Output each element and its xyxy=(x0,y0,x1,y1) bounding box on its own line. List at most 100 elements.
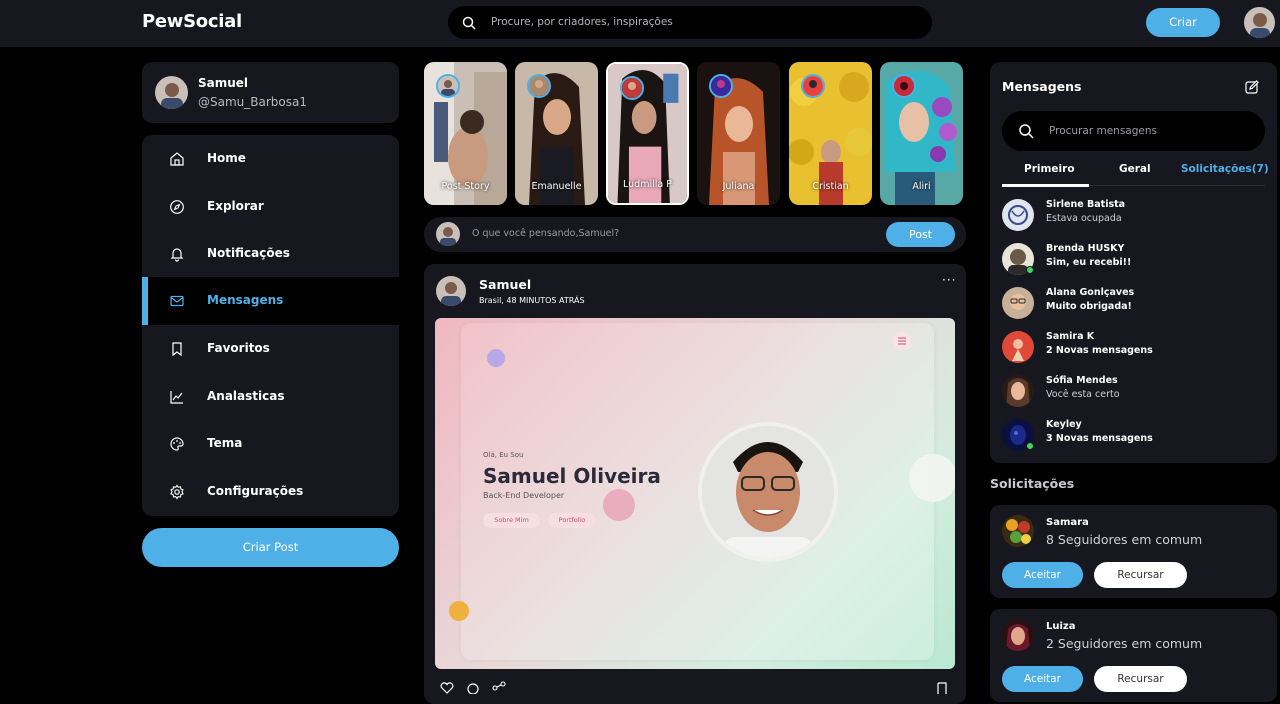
story-label: Aliri xyxy=(912,181,931,192)
sidebar-item-analasticas[interactable]: Analasticas xyxy=(142,373,399,421)
accept-button[interactable]: Aceitar xyxy=(1002,666,1083,692)
message-item[interactable]: Alana Gonlçaves Muito obrigada! xyxy=(1002,283,1265,323)
post-image[interactable]: Olá, Eu Sou Samuel Oliveira Back-End Dev… xyxy=(435,318,955,669)
message-item[interactable]: Brenda HUSKY Sim, eu recebi!! xyxy=(1002,239,1265,279)
requester-avatar xyxy=(1002,515,1034,547)
about-me-button: Sobre Mim xyxy=(483,513,540,528)
story-avatar xyxy=(620,76,644,100)
message-item[interactable]: Samira K 2 Novas mensagens xyxy=(1002,327,1265,367)
post-composer[interactable]: O que você pensando,Samuel? Post xyxy=(424,217,966,252)
portfolio-greeting: Olá, Eu Sou xyxy=(483,451,524,459)
story-card[interactable]: Ludmilla P xyxy=(606,62,689,205)
story-card[interactable]: Cristian xyxy=(789,62,872,205)
top-bar: PewSocial Procure, por criadores, inspir… xyxy=(0,0,1280,47)
messages-tabs: Primeiro Geral Solicitações(7) xyxy=(1002,156,1269,187)
tab-geral[interactable]: Geral xyxy=(1119,163,1151,175)
contact-name: Sirlene Batista xyxy=(1046,199,1126,210)
user-avatar[interactable] xyxy=(1244,7,1275,38)
reject-button[interactable]: Recursar xyxy=(1094,666,1187,692)
more-options-icon[interactable]: ··· xyxy=(942,273,956,287)
share-icon[interactable] xyxy=(492,681,506,694)
story-avatar xyxy=(436,74,460,98)
contact-name: Alana Gonlçaves xyxy=(1046,287,1135,298)
menu-icon xyxy=(893,332,911,350)
search-bar[interactable]: Procure, por criadores, inspirações xyxy=(448,6,932,39)
sidebar-item-home[interactable]: Home xyxy=(142,135,399,183)
message-item[interactable]: Sirlene Batista Estava ocupada xyxy=(1002,195,1265,235)
contact-name: Sófia Mendes xyxy=(1046,375,1118,386)
chart-icon xyxy=(170,391,183,404)
request-card: Luiza 2 Seguidores em comum Aceitar Recu… xyxy=(990,609,1277,702)
composer-input[interactable]: O que você pensando,Samuel? xyxy=(472,228,619,239)
requests-title: Solicitações xyxy=(990,476,1075,491)
sidebar-item-notificacoes[interactable]: Notificações xyxy=(142,230,399,278)
heart-icon[interactable] xyxy=(440,682,454,694)
messages-search-input[interactable]: Procurar mensagens xyxy=(1049,125,1157,137)
online-indicator xyxy=(1026,266,1034,274)
messages-search[interactable]: Procurar mensagens xyxy=(1002,111,1265,151)
mail-icon xyxy=(170,295,184,307)
tab-primeiro[interactable]: Primeiro xyxy=(1024,163,1075,175)
app-logo[interactable]: PewSocial xyxy=(142,11,242,32)
message-preview: 3 Novas mensagens xyxy=(1046,433,1153,444)
mutual-followers: 8 Seguidores em comum xyxy=(1046,532,1203,547)
story-avatar xyxy=(801,74,825,98)
story-card[interactable]: Emanuelle xyxy=(515,62,598,205)
sidebar-item-label: Analasticas xyxy=(207,389,285,403)
requester-avatar xyxy=(1002,619,1034,651)
sidebar-item-label: Notificações xyxy=(207,246,290,260)
gear-icon xyxy=(170,484,184,500)
reject-button[interactable]: Recursar xyxy=(1094,562,1187,588)
contact-avatar xyxy=(1002,375,1034,407)
message-preview: 2 Novas mensagens xyxy=(1046,345,1153,356)
post-author-avatar[interactable] xyxy=(436,276,466,306)
compass-icon xyxy=(170,200,184,214)
search-icon xyxy=(1019,124,1034,139)
story-label: Emanuelle xyxy=(531,181,582,192)
create-button[interactable]: Criar xyxy=(1146,8,1220,37)
message-preview: Muito obrigada! xyxy=(1046,301,1132,312)
contact-avatar xyxy=(1002,331,1034,363)
sidebar-item-tema[interactable]: Tema xyxy=(142,420,399,468)
profile-avatar xyxy=(155,76,188,109)
profile-card[interactable]: Samuel @Samu_Barbosa1 xyxy=(142,62,399,123)
sidebar-item-label: Configurações xyxy=(207,484,304,498)
contact-avatar xyxy=(1002,287,1034,319)
sidebar-item-configuracoes[interactable]: Configurações xyxy=(142,468,399,516)
comment-icon[interactable] xyxy=(466,682,480,694)
post-button[interactable]: Post xyxy=(886,222,955,247)
sidebar-item-label: Tema xyxy=(207,436,243,450)
post-author-name[interactable]: Samuel xyxy=(479,277,531,292)
story-avatar xyxy=(527,74,551,98)
profile-handle: @Samu_Barbosa1 xyxy=(198,95,307,109)
post-actions xyxy=(436,678,956,694)
sidebar-item-mensagens[interactable]: Mensagens xyxy=(142,277,399,325)
bookmark-icon[interactable] xyxy=(936,682,948,694)
tab-solicitacoes[interactable]: Solicitações(7) xyxy=(1181,163,1269,175)
active-tab-indicator xyxy=(1002,184,1089,187)
story-label: Ludmilla P xyxy=(623,179,672,190)
contact-name: Samira K xyxy=(1046,331,1095,342)
sidebar-item-favoritos[interactable]: Favoritos xyxy=(142,325,399,373)
create-post-button[interactable]: Criar Post xyxy=(142,528,399,567)
feed-post: Samuel Brasil, 48 MINUTOS ATRÁS ··· Olá,… xyxy=(424,264,966,704)
post-meta: Brasil, 48 MINUTOS ATRÁS xyxy=(479,296,585,305)
mutual-followers: 2 Seguidores em comum xyxy=(1046,636,1203,651)
sidebar-item-label: Home xyxy=(207,151,246,165)
portrait-photo xyxy=(698,422,838,562)
story-card[interactable]: Juliana xyxy=(697,62,780,205)
story-card[interactable]: Post Story xyxy=(424,62,507,205)
edit-icon[interactable] xyxy=(1244,79,1260,95)
story-avatar xyxy=(709,74,733,98)
request-card: Samara 8 Seguidores em comum Aceitar Rec… xyxy=(990,505,1277,598)
message-item[interactable]: Sófia Mendes Você esta certo xyxy=(1002,371,1265,411)
message-item[interactable]: Keyley 3 Novas mensagens xyxy=(1002,415,1265,455)
accept-button[interactable]: Aceitar xyxy=(1002,562,1083,588)
search-input[interactable]: Procure, por criadores, inspirações xyxy=(491,16,673,28)
message-preview: Você esta certo xyxy=(1046,389,1120,400)
messages-title: Mensagens xyxy=(1002,79,1082,94)
sidebar-item-explorar[interactable]: Explorar xyxy=(142,183,399,231)
requester-name: Luiza xyxy=(1046,621,1076,632)
palette-icon xyxy=(170,437,184,451)
story-card[interactable]: Aliri xyxy=(880,62,963,205)
